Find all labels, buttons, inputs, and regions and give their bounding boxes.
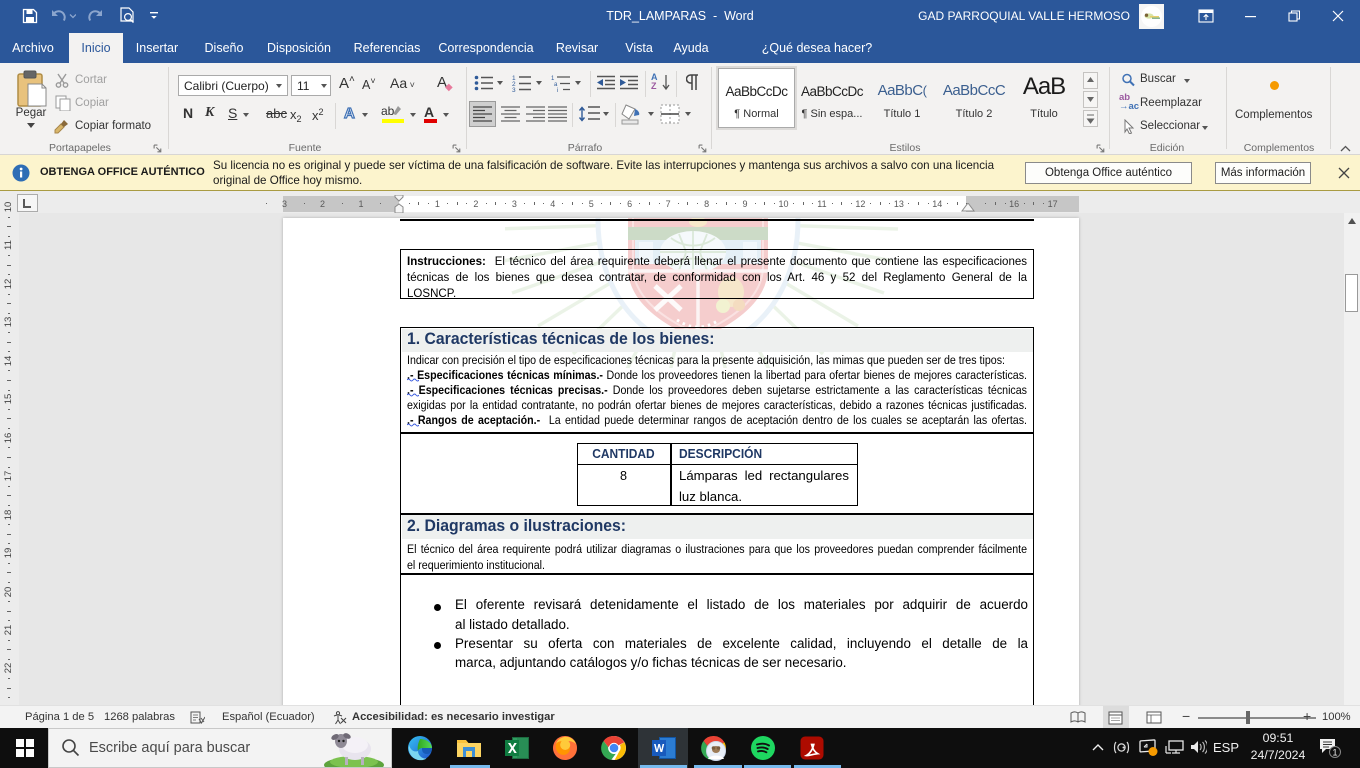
svg-text:1: 1	[1332, 748, 1337, 758]
svg-text:3: 3	[512, 87, 516, 92]
svg-text:i: i	[557, 88, 558, 92]
